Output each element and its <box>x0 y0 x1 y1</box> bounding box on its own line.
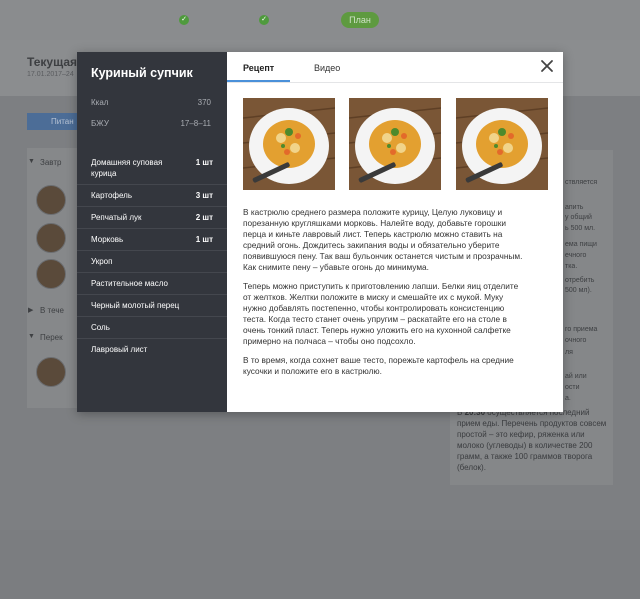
bju-value: 17–8–11 <box>180 119 211 128</box>
active-tab-indicator <box>227 80 290 82</box>
section-during-day[interactable]: В тече <box>40 306 64 315</box>
bju-row: БЖУ 17–8–11 <box>91 119 211 128</box>
ingredient-name: Репчатый лук <box>91 213 142 222</box>
instruction-paragraph: В то время, когда сохнет ваше тесто, пор… <box>243 355 514 376</box>
ingredient-row: Картофель 3 шт <box>77 184 227 206</box>
info-fragment: ля <box>565 349 573 356</box>
ingredient-row: Укроп <box>77 250 227 272</box>
ingredient-row: Лавровый лист <box>77 338 227 360</box>
ingredient-name: Растительное масло <box>91 279 168 288</box>
page-title: Текущая <box>27 55 78 69</box>
ingredient-name: Домашняя суповая курица <box>91 158 163 178</box>
kcal-row: Ккал 370 <box>91 98 211 107</box>
info-fragment: ости <box>565 384 580 391</box>
recipe-modal: Куриный супчик Ккал 370 БЖУ 17–8–11 Дома… <box>77 52 563 412</box>
ingredient-name: Укроп <box>91 257 113 266</box>
tab-recipe[interactable]: Рецепт <box>243 63 274 73</box>
ingredient-row: Соль <box>77 316 227 338</box>
soup-photo <box>456 98 548 190</box>
bju-label: БЖУ <box>91 119 109 128</box>
page-footer-band <box>0 530 640 599</box>
ingredient-row: Черный молотый перец <box>77 294 227 316</box>
ingredient-amount: 2 шт <box>195 213 213 222</box>
recipe-title: Куриный супчик <box>91 66 193 80</box>
info-fragment: ай или <box>565 373 587 380</box>
ingredient-name: Морковь <box>91 235 124 244</box>
ingredient-list: Домашняя суповая курица 1 шт Картофель 3 ш… <box>77 152 227 360</box>
recipe-sidebar: Куриный супчик Ккал 370 БЖУ 17–8–11 Дома… <box>77 52 227 412</box>
info-fragment: апить <box>565 204 584 211</box>
soup-photo <box>349 98 441 190</box>
recipe-content: Рецепт Видео В кастрюлю среднего размера… <box>227 52 563 412</box>
section-snack[interactable]: Перек <box>40 333 63 342</box>
info-fragment: очного <box>565 337 587 344</box>
food-avatar <box>36 259 66 289</box>
step-plan-pill[interactable]: План <box>341 12 379 28</box>
close-icon[interactable] <box>539 58 555 74</box>
info-fragment: отребить <box>565 277 595 284</box>
food-avatar <box>36 223 66 253</box>
ingredient-row: Репчатый лук 2 шт <box>77 206 227 228</box>
collapse-arrow-icon[interactable]: ▼ <box>28 158 35 165</box>
food-avatar <box>36 357 66 387</box>
date-range: 17.01.2017–24 <box>27 71 74 78</box>
evening-meal-note: В 20:30 осуществляется последний прием е… <box>457 408 607 472</box>
ingredient-name: Черный молотый перец <box>91 301 180 310</box>
ingredient-amount: 1 шт <box>195 158 213 167</box>
step-done-icon: ✓ <box>179 15 189 25</box>
ingredient-row: Домашняя суповая курица 1 шт <box>77 152 227 184</box>
ingredient-name: Картофель <box>91 191 133 200</box>
ingredient-amount: 3 шт <box>195 191 213 200</box>
ingredient-amount: 1 шт <box>195 235 213 244</box>
step-done-icon: ✓ <box>259 15 269 25</box>
info-fragment: ечного <box>565 252 587 259</box>
ingredient-name: Соль <box>91 323 110 332</box>
instruction-paragraph: Теперь можно приступить к приготовлению … <box>243 281 519 346</box>
recipe-instructions: В кастрюлю среднего размера положите кур… <box>243 207 523 385</box>
soup-photo <box>243 98 335 190</box>
collapse-arrow-icon[interactable]: ▼ <box>28 333 35 340</box>
progress-bar <box>0 0 640 40</box>
info-fragment: 500 мл). <box>565 287 592 294</box>
kcal-value: 370 <box>197 98 211 107</box>
expand-arrow-icon[interactable]: ▶ <box>28 306 33 314</box>
tab-video[interactable]: Видео <box>314 63 340 73</box>
recipe-tabs: Рецепт Видео <box>227 52 563 83</box>
ingredient-row: Морковь 1 шт <box>77 228 227 250</box>
info-fragment: а. <box>565 395 571 402</box>
ingredient-row: Растительное масло <box>77 272 227 294</box>
info-fragment: у общий <box>565 214 592 221</box>
tab-nutrition[interactable]: Питан <box>27 113 83 130</box>
info-fragment: ствляется <box>565 179 598 186</box>
ingredient-name: Лавровый лист <box>91 345 148 354</box>
instruction-paragraph: В кастрюлю среднего размера положите кур… <box>243 207 523 272</box>
info-fragment: ема пищи <box>565 241 597 248</box>
food-avatar <box>36 185 66 215</box>
info-fragment: го приема <box>565 326 598 333</box>
info-fragment: ь 500 мл. <box>565 225 596 232</box>
info-fragment: тка. <box>565 263 578 270</box>
kcal-label: Ккал <box>91 98 109 107</box>
section-breakfast[interactable]: Завтр <box>40 158 61 167</box>
